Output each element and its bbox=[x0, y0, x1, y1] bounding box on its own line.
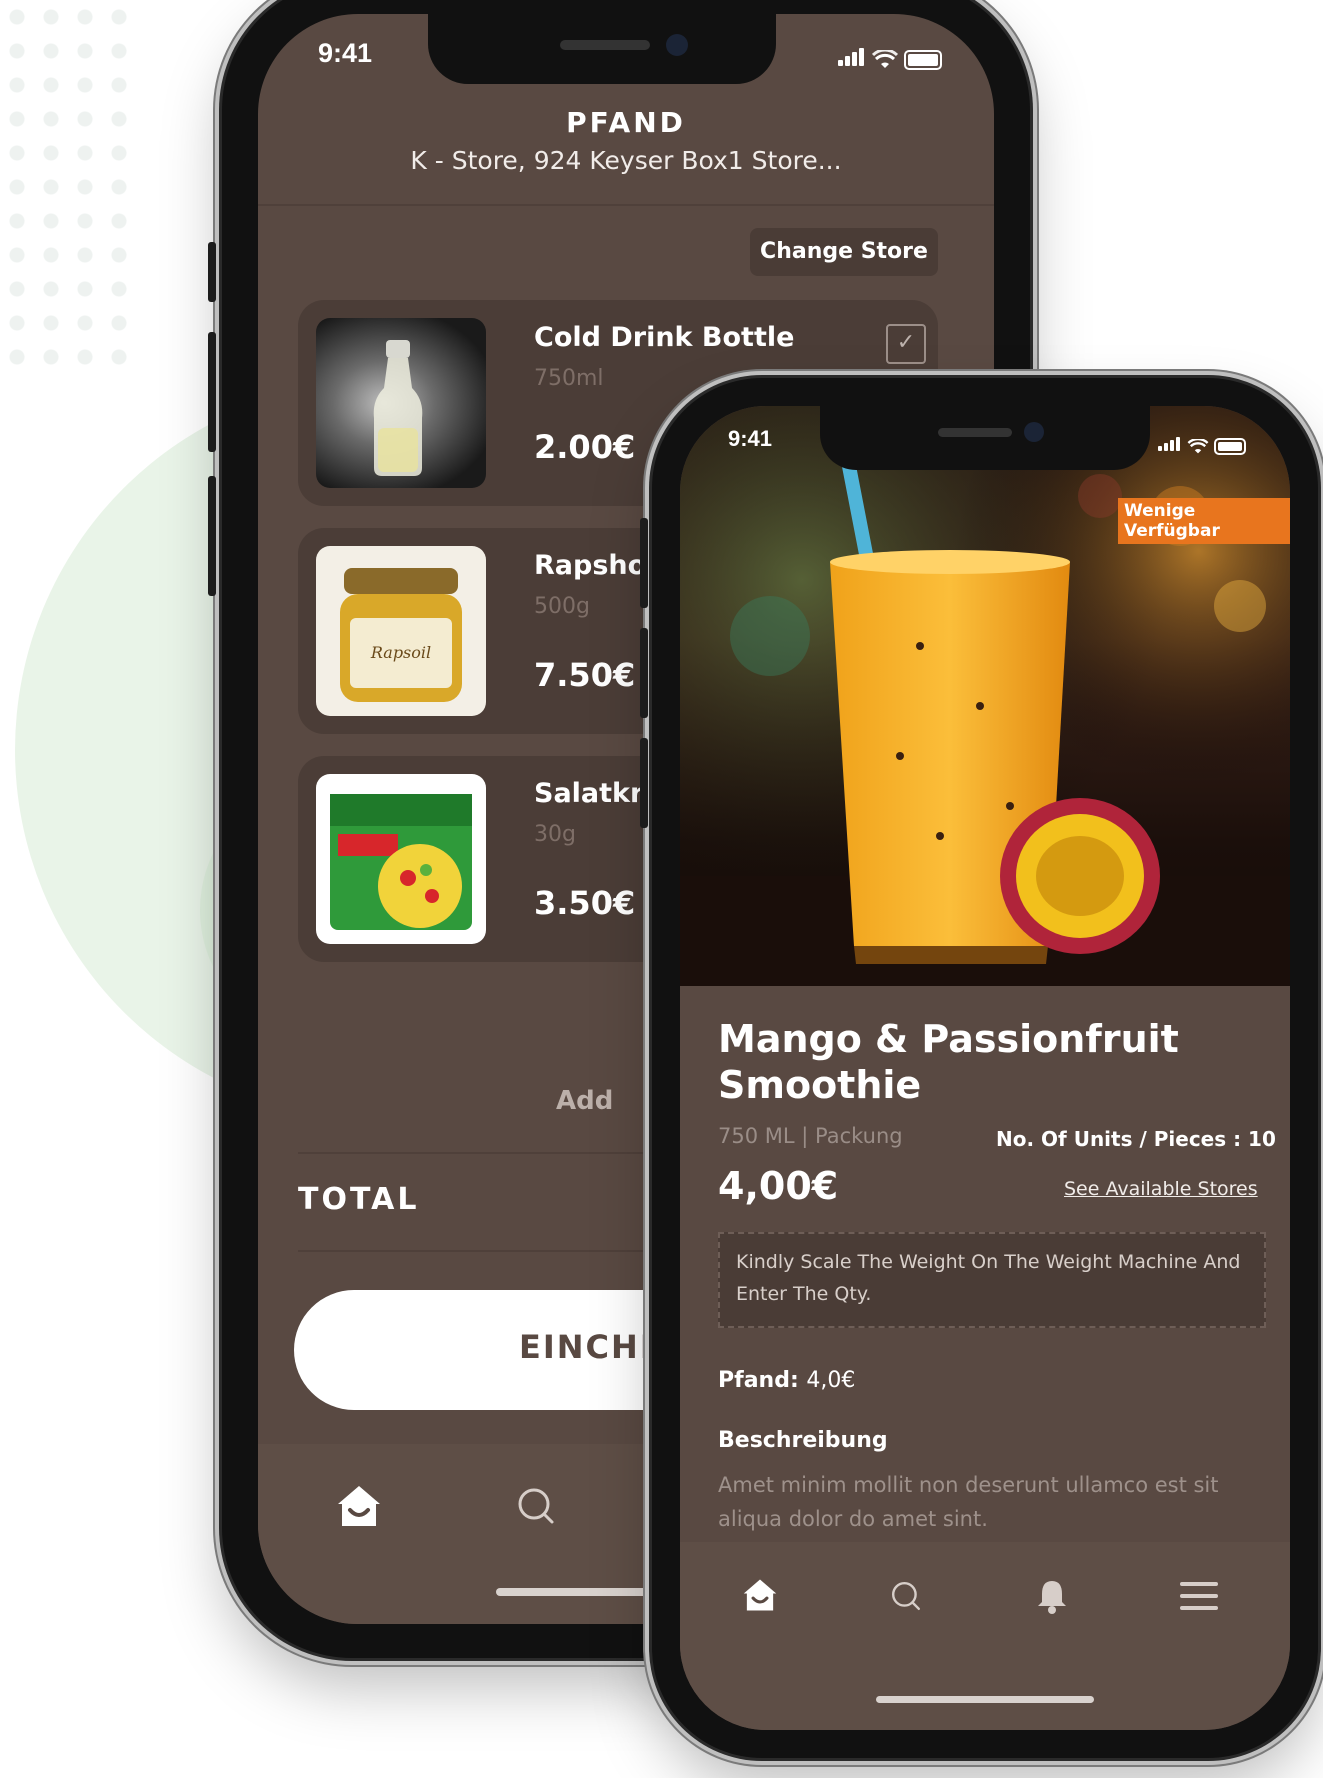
item-checkbox[interactable]: ✓ bbox=[886, 324, 926, 364]
speaker bbox=[938, 428, 1012, 437]
front-volume-button-2 bbox=[640, 628, 648, 718]
product-title: Mango & Passionfruit Smoothie bbox=[718, 1016, 1179, 1108]
front-phone: 9:41 Wenige Verfügbar Mango & Passionfru… bbox=[640, 378, 1318, 1758]
checkout-label: EINCHE bbox=[519, 1328, 664, 1366]
battery-icon bbox=[904, 50, 942, 70]
notch bbox=[428, 14, 776, 84]
front-volume-button bbox=[640, 518, 648, 608]
product-thumbnail-salad bbox=[316, 774, 486, 944]
signal-icon bbox=[838, 48, 866, 70]
speaker bbox=[560, 40, 650, 50]
status-icons bbox=[1158, 436, 1246, 455]
description-heading: Beschreibung bbox=[718, 1428, 888, 1453]
salad-box-image bbox=[330, 794, 472, 930]
product-photo bbox=[680, 406, 1290, 986]
home-indicator bbox=[876, 1696, 1094, 1703]
front-volume-button-3 bbox=[640, 738, 648, 828]
product-title-line2: Smoothie bbox=[718, 1063, 922, 1107]
battery-icon bbox=[1214, 438, 1246, 455]
total-label: TOTAL bbox=[298, 1182, 420, 1217]
wifi-icon bbox=[1187, 439, 1209, 454]
mute-switch bbox=[208, 242, 216, 302]
camera bbox=[1024, 422, 1044, 442]
scale-instruction: Kindly Scale The Weight On The Weight Ma… bbox=[718, 1232, 1266, 1328]
item-size: 500g bbox=[534, 594, 590, 619]
camera bbox=[666, 34, 688, 56]
wifi-icon bbox=[872, 50, 898, 68]
see-available-stores-link[interactable]: See Available Stores bbox=[1064, 1178, 1258, 1200]
svg-text:Rapsoil: Rapsoil bbox=[370, 643, 431, 662]
bottle-image bbox=[373, 340, 423, 476]
notch bbox=[820, 406, 1150, 470]
status-time: 9:41 bbox=[318, 38, 373, 68]
product-volume: 750 ML | Packung bbox=[718, 1124, 903, 1148]
header-divider bbox=[258, 204, 994, 206]
item-name: Cold Drink Bottle bbox=[534, 322, 795, 353]
volume-up-button bbox=[208, 332, 216, 452]
pfand-value: 4,0€ bbox=[806, 1368, 856, 1393]
search-icon[interactable] bbox=[516, 1486, 556, 1526]
front-phone-screen: 9:41 Wenige Verfügbar Mango & Passionfru… bbox=[680, 406, 1290, 1730]
product-price: 4,00€ bbox=[718, 1164, 839, 1208]
product-thumbnail-bottle bbox=[316, 318, 486, 488]
change-store-button[interactable]: Change Store bbox=[750, 228, 938, 276]
page-title: PFAND bbox=[566, 106, 686, 139]
availability-badge: Wenige Verfügbar bbox=[1118, 498, 1290, 544]
home-icon[interactable] bbox=[742, 1578, 778, 1612]
description-text: Amet minim mollit non deserunt ullamco e… bbox=[718, 1473, 1219, 1531]
home-icon[interactable] bbox=[336, 1484, 382, 1528]
status-icons bbox=[838, 48, 942, 70]
bell-icon[interactable] bbox=[1036, 1578, 1068, 1614]
store-subtitle[interactable]: K - Store, 924 Keyser Box1 Store... bbox=[258, 146, 994, 175]
smoothie-image bbox=[680, 406, 1290, 986]
item-name: Rapsho bbox=[534, 550, 647, 581]
volume-down-button bbox=[208, 476, 216, 596]
honey-jar-image: Rapsoil bbox=[340, 568, 462, 702]
search-icon[interactable] bbox=[890, 1580, 922, 1612]
menu-icon[interactable] bbox=[1180, 1582, 1218, 1610]
item-size: 750ml bbox=[534, 366, 604, 391]
pfand-label: Pfand: bbox=[718, 1368, 799, 1393]
item-price: 3.50€ bbox=[534, 884, 636, 922]
item-price: 7.50€ bbox=[534, 656, 636, 694]
product-title-line1: Mango & Passionfruit bbox=[718, 1017, 1179, 1061]
background-dot-pattern bbox=[0, 0, 130, 380]
units-count: No. Of Units / Pieces : 10 bbox=[996, 1127, 1276, 1151]
signal-icon bbox=[1158, 436, 1182, 455]
add-item-link[interactable]: Add bbox=[556, 1086, 613, 1116]
pfand-row: Pfand: 4,0€ bbox=[718, 1368, 855, 1393]
product-thumbnail-honey: Rapsoil bbox=[316, 546, 486, 716]
status-time: 9:41 bbox=[728, 426, 773, 451]
item-size: 30g bbox=[534, 822, 576, 847]
item-price: 2.00€ bbox=[534, 428, 636, 466]
